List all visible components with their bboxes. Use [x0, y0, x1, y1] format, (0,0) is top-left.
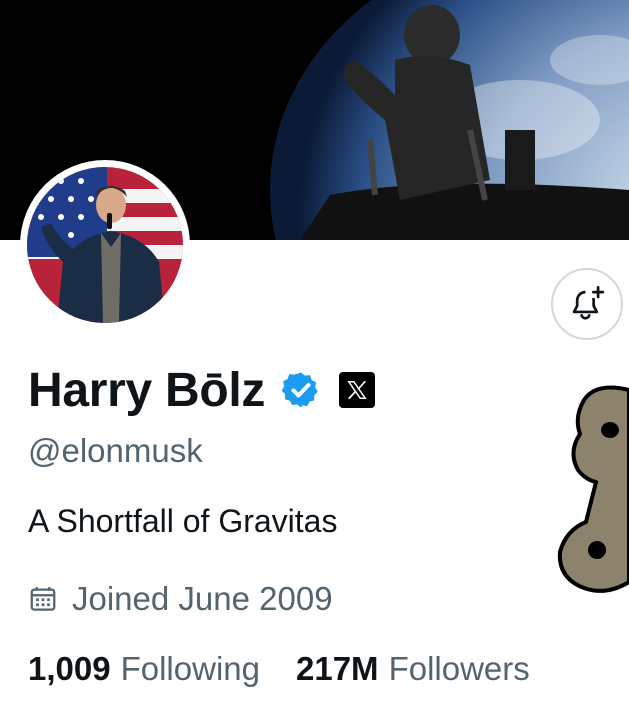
x-logo-icon — [347, 380, 367, 400]
avatar-image — [27, 167, 183, 323]
bell-plus-icon — [572, 286, 605, 320]
follow-stats: 1,009 Following 217M Followers — [28, 650, 530, 688]
followers-label: Followers — [388, 650, 530, 687]
calendar-icon — [30, 587, 56, 611]
following-link[interactable]: 1,009 Following — [28, 650, 260, 688]
cartoon-sticker — [557, 385, 629, 593]
following-label: Following — [120, 650, 260, 687]
verified-check-icon[interactable] — [281, 370, 321, 410]
display-name: Harry Bōlz — [28, 363, 266, 417]
followers-link[interactable]: 217M Followers — [296, 650, 530, 688]
followers-count: 217M — [296, 650, 379, 687]
joined-date: Joined June 2009 — [28, 580, 333, 618]
following-count: 1,009 — [28, 650, 111, 687]
notify-button[interactable] — [551, 268, 623, 340]
x-affiliate-badge[interactable] — [339, 372, 376, 408]
profile-avatar[interactable] — [20, 160, 190, 330]
name-row: Harry Bōlz — [28, 362, 376, 418]
profile-bio: A Shortfall of Gravitas — [28, 503, 338, 539]
joined-text: Joined June 2009 — [72, 580, 333, 617]
profile-handle: @elonmusk — [28, 432, 203, 469]
